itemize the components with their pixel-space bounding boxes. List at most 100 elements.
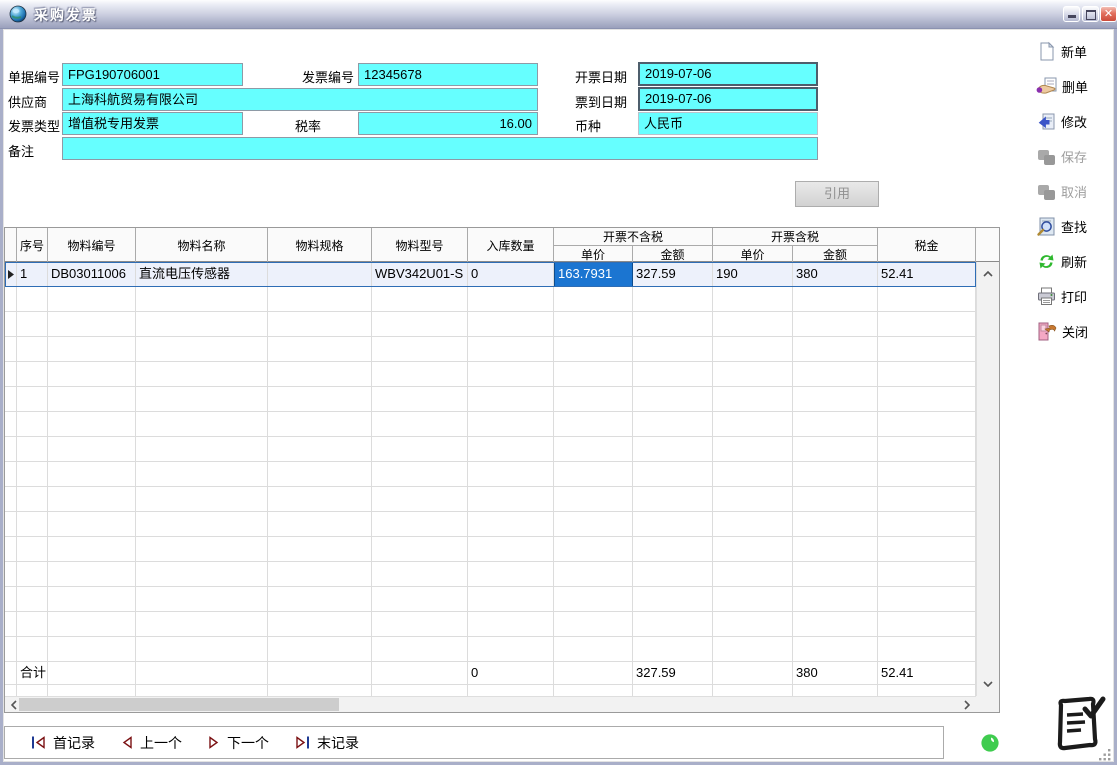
table-empty-row[interactable]	[5, 487, 976, 512]
header-code[interactable]: 物料编号	[48, 228, 136, 262]
delete-bill-button[interactable]: 删单	[1036, 69, 1114, 104]
empty-cell	[878, 612, 976, 637]
table-empty-row[interactable]	[5, 287, 976, 312]
invoice-date-field[interactable]: 2019-07-06	[638, 62, 818, 86]
horizontal-scroll-thumb[interactable]	[19, 698, 339, 711]
empty-cell	[136, 287, 268, 312]
header-amount-incl[interactable]: 金额	[793, 246, 878, 262]
header-price-excl[interactable]: 单价	[554, 246, 633, 262]
empty-cell	[48, 362, 136, 387]
cell-price-excl-selected[interactable]: 163.7931	[554, 262, 633, 287]
new-bill-button[interactable]: 新单	[1036, 34, 1114, 69]
header-price-incl[interactable]: 单价	[713, 246, 793, 262]
table-empty-row[interactable]	[5, 337, 976, 362]
titlebar[interactable]: 采购发票 ✕	[0, 0, 1117, 29]
minimize-button[interactable]	[1063, 6, 1080, 22]
header-qty[interactable]: 入库数量	[468, 228, 554, 262]
cell-amount-incl[interactable]: 380	[793, 262, 878, 287]
empty-cell	[633, 587, 713, 612]
empty-cell	[5, 412, 17, 437]
header-group-incl-tax[interactable]: 开票含税	[713, 228, 878, 246]
modify-bill-button[interactable]: 修改	[1036, 104, 1114, 139]
invoice-no-field[interactable]: 12345678	[358, 63, 538, 86]
remark-field[interactable]	[62, 137, 818, 160]
vertical-scrollbar[interactable]	[976, 262, 999, 696]
table-empty-row[interactable]	[5, 362, 976, 387]
maximize-button[interactable]	[1082, 6, 1099, 22]
currency-field[interactable]: 人民币	[638, 112, 818, 135]
header-name[interactable]: 物料名称	[136, 228, 268, 262]
scroll-up-icon[interactable]	[977, 266, 999, 282]
cell-amount-excl[interactable]: 327.59	[633, 262, 713, 287]
empty-cell	[468, 537, 554, 562]
close-button[interactable]: ✕	[1100, 6, 1117, 22]
cell-code[interactable]: DB03011006	[48, 262, 136, 287]
table-empty-row[interactable]	[5, 412, 976, 437]
horizontal-scrollbar[interactable]	[5, 696, 976, 712]
table-empty-row[interactable]	[5, 562, 976, 587]
refresh-button[interactable]: 刷新	[1036, 244, 1114, 279]
table-empty-row[interactable]	[5, 612, 976, 637]
bill-no-field[interactable]: FPG190706001	[62, 63, 243, 86]
header-tax[interactable]: 税金	[878, 228, 976, 262]
last-record-button[interactable]: 末记录	[295, 733, 359, 753]
next-record-button[interactable]: 下一个	[208, 733, 269, 753]
table-empty-row[interactable]	[5, 437, 976, 462]
totals-amount-incl: 380	[793, 662, 878, 685]
empty-cell	[878, 487, 976, 512]
cell-price-incl[interactable]: 190	[713, 262, 793, 287]
save-disabled-icon	[1036, 146, 1057, 167]
empty-cell	[136, 637, 268, 662]
table-empty-row[interactable]	[5, 537, 976, 562]
empty-cell	[5, 462, 17, 487]
table-empty-row[interactable]	[5, 587, 976, 612]
cell-name[interactable]: 直流电压传感器	[136, 262, 268, 287]
quote-button[interactable]: 引用	[795, 181, 879, 207]
table-empty-row[interactable]	[5, 637, 976, 662]
header-amount-excl[interactable]: 金额	[633, 246, 713, 262]
table-empty-row[interactable]	[5, 685, 976, 696]
scroll-right-icon[interactable]	[960, 697, 974, 712]
resize-grip[interactable]	[1098, 748, 1112, 761]
table-empty-row[interactable]	[5, 512, 976, 537]
arrival-date-field[interactable]: 2019-07-06	[638, 87, 818, 111]
table-row[interactable]: 1 DB03011006 直流电压传感器 WBV342U01-S D( 0 16…	[5, 262, 976, 287]
empty-cell	[633, 512, 713, 537]
empty-cell	[5, 512, 17, 537]
empty-cell	[554, 612, 633, 637]
empty-cell	[468, 462, 554, 487]
table-empty-row[interactable]	[5, 312, 976, 337]
empty-cell	[17, 437, 48, 462]
empty-cell	[48, 637, 136, 662]
scroll-down-icon[interactable]	[977, 676, 999, 692]
empty-cell	[878, 537, 976, 562]
cancel-disabled-icon	[1036, 181, 1057, 202]
print-button[interactable]: 打印	[1036, 279, 1114, 314]
row-selector-cell[interactable]	[5, 262, 17, 287]
first-record-button[interactable]: 首记录	[31, 733, 95, 753]
table-empty-row[interactable]	[5, 387, 976, 412]
header-group-excl-tax[interactable]: 开票不含税	[554, 228, 713, 246]
empty-cell	[268, 312, 372, 337]
empty-cell	[554, 312, 633, 337]
header-spec[interactable]: 物料规格	[268, 228, 372, 262]
header-model[interactable]: 物料型号	[372, 228, 468, 262]
cell-model[interactable]: WBV342U01-S D(	[372, 262, 468, 287]
supplier-field[interactable]: 上海科航贸易有限公司	[62, 88, 538, 111]
previous-record-button[interactable]: 上一个	[121, 733, 182, 753]
empty-cell	[5, 362, 17, 387]
cell-qty[interactable]: 0	[468, 262, 554, 287]
cell-seq[interactable]: 1	[17, 262, 48, 287]
find-button[interactable]: 查找	[1036, 209, 1114, 244]
empty-cell	[468, 387, 554, 412]
table-empty-row[interactable]	[5, 462, 976, 487]
empty-cell	[5, 562, 17, 587]
header-seq[interactable]: 序号	[17, 228, 48, 262]
empty-cell	[268, 637, 372, 662]
cell-tax[interactable]: 52.41	[878, 262, 976, 287]
cell-spec[interactable]	[268, 262, 372, 287]
invoice-type-field[interactable]: 增值税专用发票	[62, 112, 243, 135]
close-form-button[interactable]: 关闭	[1036, 314, 1114, 349]
tax-rate-field[interactable]: 16.00	[358, 112, 538, 135]
empty-cell	[633, 337, 713, 362]
